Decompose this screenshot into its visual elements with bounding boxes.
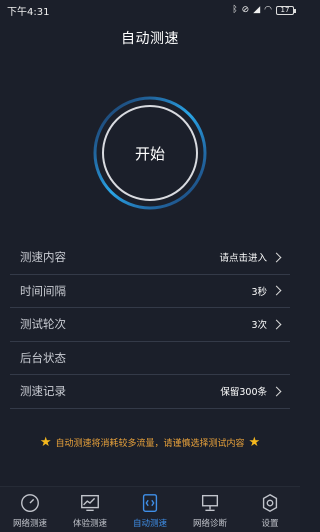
setting-label: 测试轮次 <box>20 317 66 332</box>
setting-label: 时间间隔 <box>20 283 66 298</box>
tab-network-speed[interactable]: 网络测速 <box>0 487 60 532</box>
tab-label: 体验测速 <box>72 519 107 529</box>
gear-icon <box>262 493 278 513</box>
computer-icon <box>201 494 219 512</box>
chevron-right-icon <box>271 285 282 296</box>
page-title: 自动测速 <box>121 31 179 47</box>
settings-list: 测速内容 请点击进入 时间间隔 3秒 测试轮次 3次 后台状态 测速记录 保留3… <box>10 241 290 409</box>
wifi-icon: ◠ <box>264 5 272 15</box>
setting-row-records[interactable]: 测速记录 保留300条 <box>10 375 290 409</box>
battery-icon: 17 <box>276 5 296 15</box>
bluetooth-icon: ᛒ <box>232 5 238 15</box>
tab-label: 自动测速 <box>132 519 167 529</box>
bottom-tab-bar: 网络测速 体验测速 自动测速 网络诊断 设置 <box>0 486 300 532</box>
tab-experience-speed[interactable]: 体验测速 <box>60 487 120 532</box>
setting-label: 后台状态 <box>20 350 66 365</box>
monitor-chart-icon <box>81 494 99 512</box>
star-icon: ★ <box>39 435 52 450</box>
chevron-right-icon <box>271 319 282 330</box>
chevron-right-icon <box>271 386 282 397</box>
setting-label: 测速记录 <box>20 384 66 399</box>
traffic-warning: ★ 自动测速将消耗较多流量，请谨慎选择测试内容 ★ <box>0 435 300 450</box>
status-icons: ᛒ ⊘ ◢ ◠ 17 <box>232 5 296 15</box>
setting-value: 请点击进入 <box>219 253 267 265</box>
auto-code-icon <box>142 494 158 512</box>
setting-row-content[interactable]: 测速内容 请点击进入 <box>10 241 290 275</box>
tab-auto-speed[interactable]: 自动测速 <box>120 487 180 532</box>
battery-level: 17 <box>280 5 290 14</box>
setting-label: 测速内容 <box>20 250 66 265</box>
tab-label: 网络测速 <box>12 519 47 529</box>
setting-value: 保留300条 <box>220 387 267 399</box>
tab-label: 设置 <box>261 519 279 529</box>
setting-value: 3秒 <box>251 286 267 298</box>
start-dial: 开始 <box>92 95 208 211</box>
mute-icon: ⊘ <box>241 5 250 15</box>
tab-network-diagnosis[interactable]: 网络诊断 <box>180 487 240 532</box>
tab-label: 网络诊断 <box>192 519 227 529</box>
star-icon: ★ <box>248 435 261 450</box>
start-button-label: 开始 <box>134 144 165 163</box>
status-bar: 下午4:31 ᛒ ⊘ ◢ ◠ 17 <box>0 0 300 20</box>
setting-row-interval[interactable]: 时间间隔 3秒 <box>10 275 290 308</box>
setting-row-rounds[interactable]: 测试轮次 3次 <box>10 308 290 342</box>
setting-value-group: 3次 <box>251 317 282 331</box>
chevron-right-icon <box>271 252 282 263</box>
start-button[interactable]: 开始 <box>102 105 198 201</box>
setting-row-background-status[interactable]: 后台状态 <box>10 342 290 375</box>
setting-value: 3次 <box>251 320 267 332</box>
tab-settings[interactable]: 设置 <box>240 487 300 532</box>
warning-text: 自动测速将消耗较多流量，请谨慎选择测试内容 <box>55 439 245 449</box>
setting-value-group: 3秒 <box>251 284 282 298</box>
speedometer-icon <box>21 494 39 512</box>
setting-value-group: 请点击进入 <box>219 250 282 264</box>
setting-value-group: 保留300条 <box>220 384 282 398</box>
status-time: 下午4:31 <box>7 6 50 18</box>
signal-icon: ◢ <box>253 5 261 15</box>
